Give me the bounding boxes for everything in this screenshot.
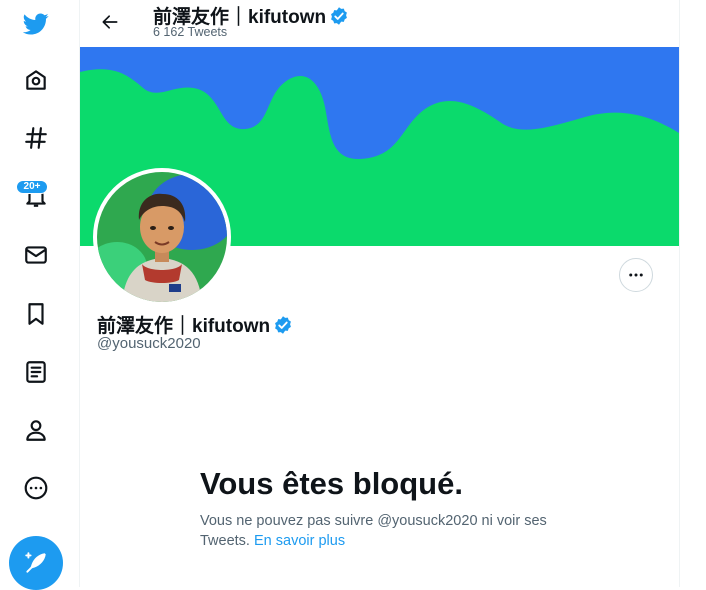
profile-name: 前澤友作｜kifutown [97, 311, 293, 338]
sidebar-nav: 20+ [0, 0, 80, 590]
avatar[interactable] [93, 168, 231, 306]
compose-tweet-button[interactable] [9, 536, 63, 590]
tweet-count: 6 162 Tweets [153, 25, 228, 39]
notifications-badge: 20+ [16, 180, 48, 194]
more-icon[interactable] [12, 464, 60, 512]
arrow-left-icon [102, 15, 118, 29]
blocked-message: Vous ne pouvez pas suivre @yousuck2020 n… [200, 511, 580, 551]
messages-icon[interactable] [12, 231, 60, 279]
twitter-logo-icon[interactable] [12, 0, 60, 48]
lists-icon[interactable] [12, 348, 60, 396]
verified-badge-icon [275, 315, 292, 334]
more-horizontal-icon [629, 273, 643, 277]
explore-icon[interactable] [12, 114, 60, 162]
blocked-message-text: Vous ne pouvez pas suivre @yousuck2020 n… [200, 513, 547, 549]
home-icon[interactable] [12, 56, 60, 104]
profile-icon[interactable] [12, 406, 60, 454]
top-header: 前澤友作｜kifutown 6 162 Tweets [80, 0, 679, 47]
verified-badge-icon [331, 6, 348, 25]
profile-column: 前澤友作｜kifutown 6 162 Tweets 前澤友作｜kifutown… [80, 0, 680, 587]
back-button[interactable] [92, 4, 128, 40]
bookmarks-icon[interactable] [12, 290, 60, 338]
compose-feather-icon [25, 552, 46, 573]
profile-handle: @yousuck2020 [97, 335, 201, 352]
blocked-title: Vous êtes bloqué. [200, 466, 463, 501]
more-options-button[interactable] [619, 258, 653, 292]
learn-more-link[interactable]: En savoir plus [254, 533, 345, 549]
profile-name-text: 前澤友作｜kifutown [97, 316, 271, 337]
